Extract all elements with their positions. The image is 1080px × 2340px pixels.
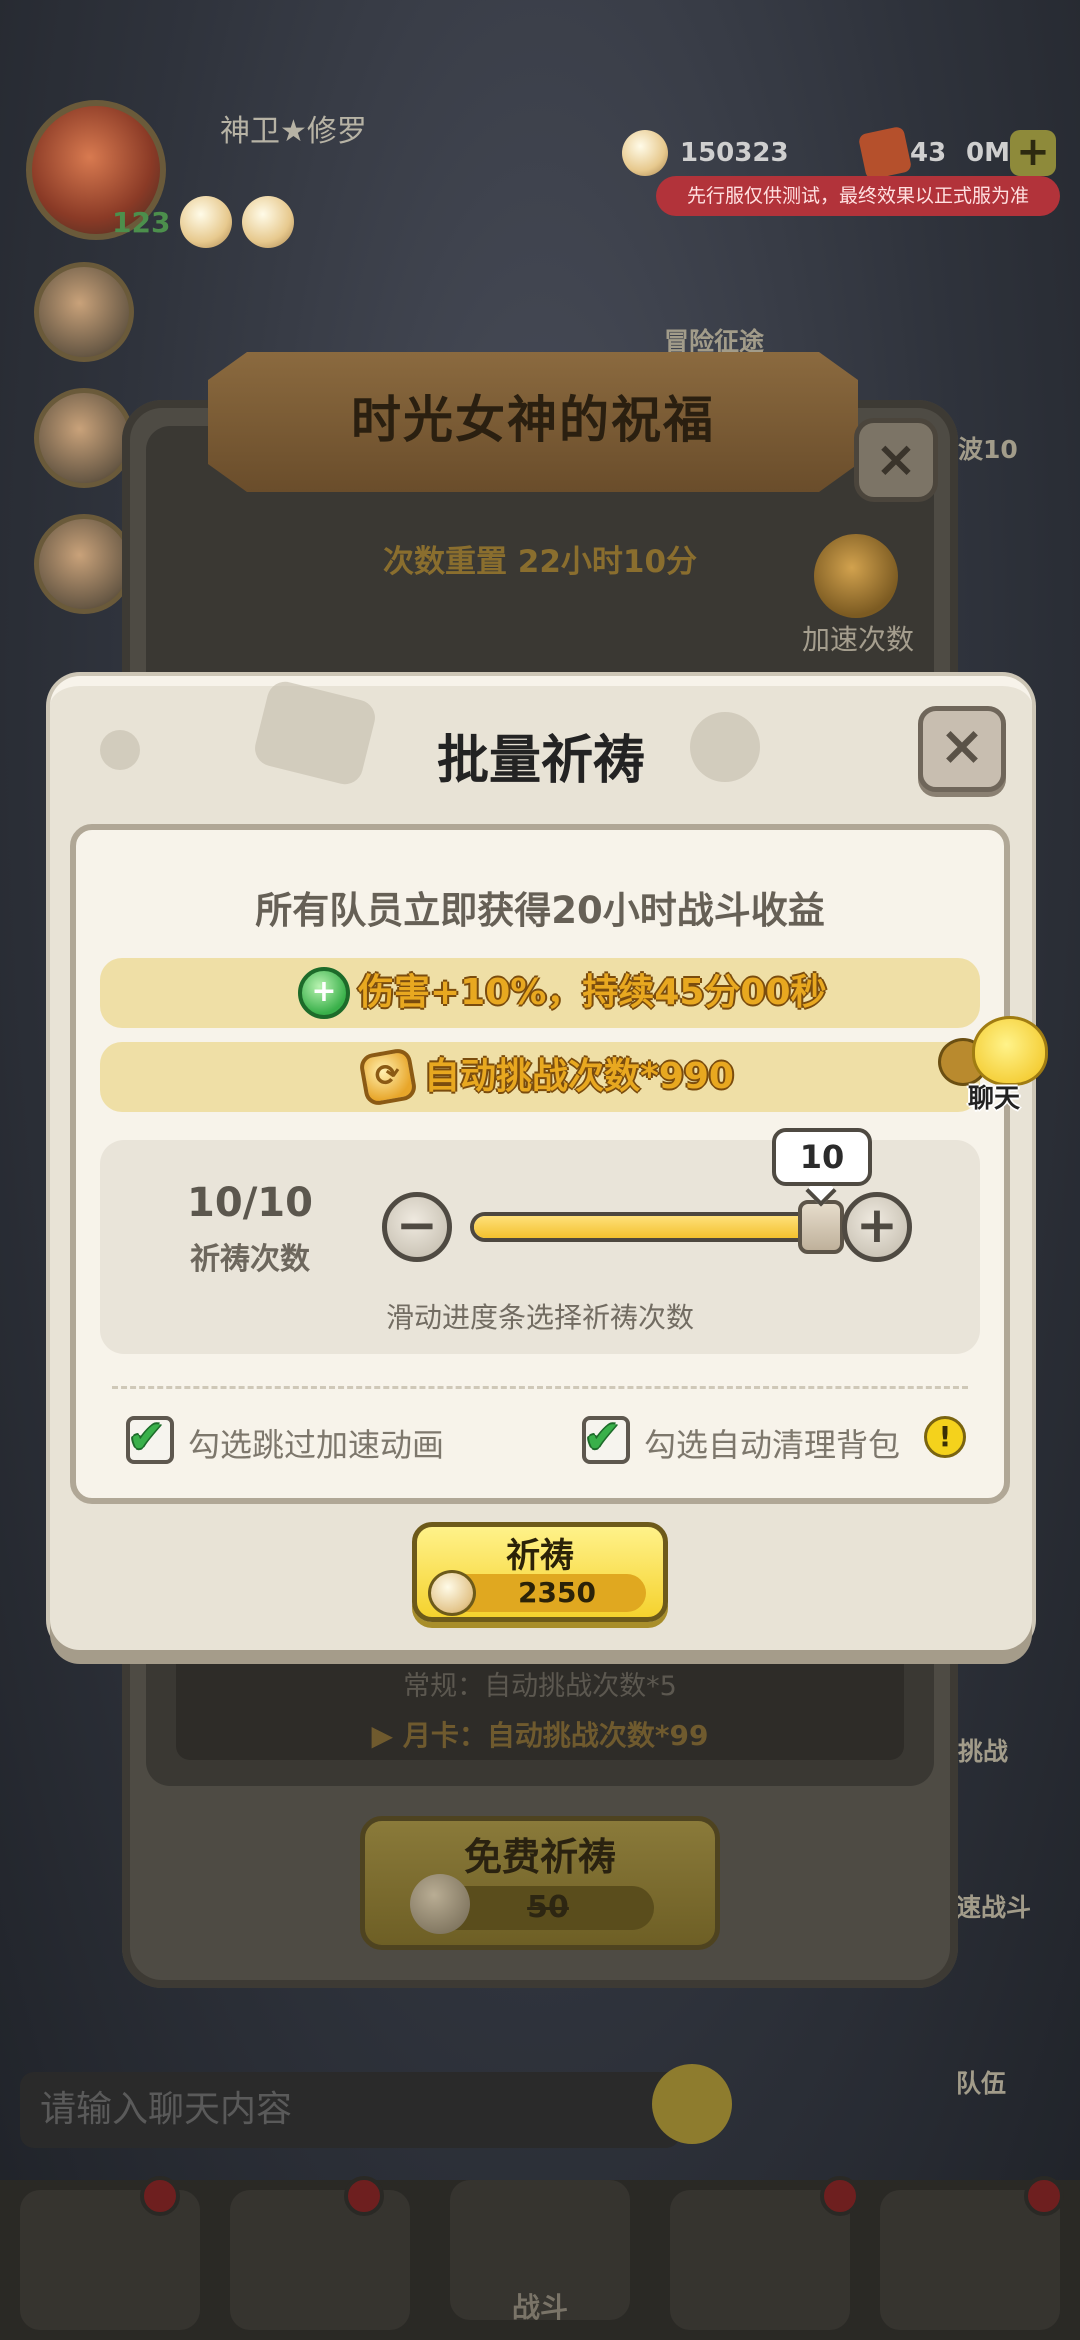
shell-currency-value: 150323: [680, 138, 789, 168]
minus-icon: −: [396, 1196, 438, 1254]
pray-count-value: 10/10: [187, 1180, 313, 1226]
emoji-icon[interactable]: [652, 2064, 732, 2144]
tab-2[interactable]: [230, 2190, 410, 2330]
chat-bubble-icon[interactable]: [972, 1016, 1048, 1086]
free-pray-label: 免费祈祷: [463, 1835, 616, 1879]
auto-challenge-text: 自动挑战次数*990: [424, 1056, 734, 1097]
teammate-avatar-2[interactable]: [34, 388, 134, 488]
notification-badge: [140, 2176, 180, 2216]
free-pray-price: 50: [527, 1890, 569, 1925]
shell-icon: [428, 1570, 476, 1616]
player-level: 123: [112, 206, 171, 239]
pray-count-label: 祈祷次数: [190, 1242, 310, 1277]
increase-button[interactable]: +: [842, 1192, 912, 1262]
dialog-title: 批量祈祷: [436, 731, 645, 791]
wave-label: 波10: [958, 435, 1018, 464]
card-currency-value: 43: [910, 138, 947, 168]
notification-badge: [820, 2176, 860, 2216]
challenge-label[interactable]: 挑战: [958, 1732, 1008, 1768]
plus-icon: +: [856, 1196, 898, 1254]
count-slider-fill: [474, 1216, 824, 1238]
auto-clean-label[interactable]: 勾选自动清理背包: [644, 1420, 900, 1466]
buff-text: 伤害+10%，持续45分00秒: [358, 972, 827, 1013]
shell-currency-icon: [622, 130, 668, 176]
test-server-notice: 先行服仅供测试，最终效果以正式服为准: [656, 176, 1060, 216]
damage-buff-icon: +: [298, 967, 350, 1019]
notification-badge: [1024, 2176, 1064, 2216]
tab-4[interactable]: [670, 2190, 850, 2330]
blessing-close-button[interactable]: ×: [854, 418, 938, 502]
add-currency-button[interactable]: +: [1010, 130, 1056, 176]
chat-input[interactable]: 请输入聊天内容: [20, 2072, 680, 2148]
checkmark-icon: ✔: [128, 1412, 165, 1463]
monthly-reward-line: ▶ 月卡：自动挑战次数*99: [371, 1719, 709, 1752]
notification-badge: [344, 2176, 384, 2216]
divider: [112, 1386, 968, 1389]
card-currency-icon: [857, 125, 913, 181]
teammate-avatar-1[interactable]: [34, 262, 134, 362]
speed-up-label[interactable]: 加速次数: [780, 618, 936, 658]
exclamation-icon[interactable]: !: [924, 1416, 966, 1458]
auto-challenge-icon: ⟳: [357, 1046, 419, 1108]
skip-animation-label[interactable]: 勾选跳过加速动画: [188, 1420, 444, 1466]
quick-battle-label[interactable]: 速战斗: [956, 1888, 1031, 1924]
blessing-title: 时光女神的祝福: [351, 391, 715, 449]
slider-hint: 滑动进度条选择祈祷次数: [385, 1301, 694, 1334]
card-currency-suffix: 0M: [966, 138, 1010, 168]
speed-up-icon[interactable]: [814, 534, 898, 618]
close-icon: ×: [939, 714, 985, 777]
chat-label[interactable]: 聊天: [944, 1078, 1044, 1115]
player-name: 神卫★修罗: [220, 114, 367, 149]
decrease-button[interactable]: −: [382, 1192, 452, 1262]
dialog-subtitle: 所有队员立即获得20小时战斗收益: [255, 889, 825, 932]
checkmark-icon: ✔: [584, 1412, 621, 1463]
title-badge-icon[interactable]: [180, 196, 232, 248]
dialog-close-button[interactable]: ×: [918, 706, 1006, 792]
teammate-avatar-3[interactable]: [34, 514, 134, 614]
pray-cost: 2350: [518, 1576, 596, 1609]
normal-reward-line: 常规：自动挑战次数*5: [403, 1671, 677, 1702]
count-slider-thumb[interactable]: [798, 1200, 844, 1254]
team-label[interactable]: 队伍: [956, 2064, 1006, 2100]
tab-battle-label: 战斗: [511, 2291, 568, 2324]
guild-badge-icon[interactable]: [242, 196, 294, 248]
slider-value-bubble: 10: [772, 1128, 872, 1186]
reset-timer: 次数重置 22小时10分: [382, 544, 698, 580]
